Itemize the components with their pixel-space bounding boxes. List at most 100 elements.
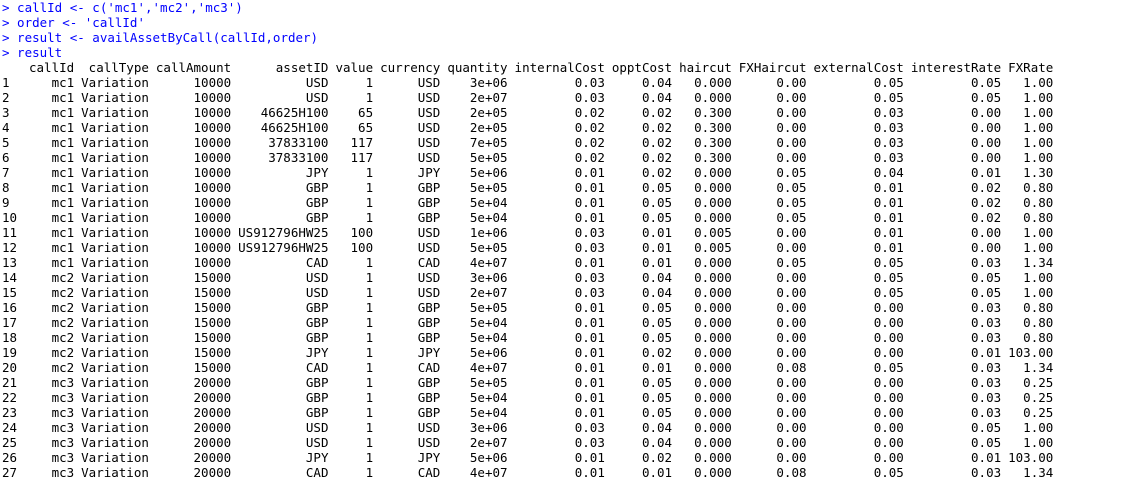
table-cell: Variation (81, 210, 149, 225)
table-cell: 1 (365, 195, 374, 210)
row-index: 12 (2, 240, 18, 255)
table-cell: 0.05 (873, 270, 904, 285)
table-cell: 15000 (193, 330, 232, 345)
table-cell: 0.01 (641, 225, 673, 240)
table-cell: 0.25 (1023, 405, 1054, 420)
table-cell: 20000 (193, 450, 232, 465)
table-row: 5 mc1 Variation 10000 37833100 117 USD 7e+05 0.0… (2, 135, 1053, 150)
column-header: assetID (275, 60, 329, 75)
table-cell: 0.05 (971, 435, 1002, 450)
row-index: 16 (2, 300, 18, 315)
table-cell: mc1 (51, 90, 75, 105)
table-cell: 20000 (193, 465, 232, 480)
table-cell: 1 (365, 420, 374, 435)
table-cell: 0.03 (971, 360, 1002, 375)
table-row: 12 mc1 Variation 10000 US912796HW25 100 USD 5e+… (2, 240, 1053, 255)
table-cell: 20000 (193, 405, 232, 420)
table-cell: 0.00 (776, 240, 807, 255)
table-cell: 1 (365, 75, 374, 90)
table-cell: 0.03 (574, 285, 605, 300)
table-cell: 0.01 (574, 405, 605, 420)
table-cell: mc2 (51, 300, 75, 315)
table-cell: 0.01 (574, 345, 605, 360)
table-cell: 0.01 (873, 240, 904, 255)
table-cell: 1 (365, 465, 374, 480)
table-cell: 1 (365, 360, 374, 375)
table-cell: 0.01 (574, 465, 605, 480)
table-row: 14 mc2 Variation 15000 USD 1 USD 3e+06 0.03 0.04 0… (2, 270, 1053, 285)
table-cell: 20000 (193, 435, 232, 450)
table-cell: JPY (417, 165, 441, 180)
row-index: 17 (2, 315, 18, 330)
table-row: 1 mc1 Variation 10000 USD 1 USD 3e+06 0.03 0.04 0.… (2, 75, 1053, 90)
table-cell: 0.80 (1023, 195, 1054, 210)
column-header: currency (380, 60, 441, 75)
table-cell: Variation (81, 165, 149, 180)
table-cell: 0.00 (776, 150, 807, 165)
table-cell: Variation (81, 195, 149, 210)
table-cell: 0.300 (694, 135, 732, 150)
row-index: 21 (2, 375, 18, 390)
table-cell: 0.00 (776, 225, 807, 240)
table-cell: 1 (365, 450, 374, 465)
table-cell: 0.02 (641, 105, 673, 120)
table-cell: GBP (417, 315, 441, 330)
table-cell: 0.25 (1023, 390, 1054, 405)
column-header: opptCost (611, 60, 673, 75)
table-cell: Variation (81, 150, 149, 165)
table-cell: 15000 (193, 300, 232, 315)
table-cell: 1.00 (1023, 240, 1054, 255)
table-row: 20 mc2 Variation 15000 CAD 1 CAD 4e+07 0.01 0.01 0… (2, 360, 1053, 375)
table-cell: 0.80 (1023, 315, 1054, 330)
table-cell: 0.02 (971, 195, 1002, 210)
table-cell: 0.00 (971, 150, 1002, 165)
table-cell: 4e+07 (469, 360, 508, 375)
table-cell: 1 (365, 255, 374, 270)
table-cell: 0.01 (641, 240, 673, 255)
table-cell: 0.00 (776, 405, 807, 420)
table-cell: USD (305, 285, 329, 300)
table-cell: 1 (365, 270, 374, 285)
table-cell: 0.00 (776, 105, 807, 120)
table-cell: 0.03 (873, 150, 904, 165)
table-cell: 65 (358, 120, 374, 135)
table-cell: 0.05 (873, 285, 904, 300)
column-header: haircut (679, 60, 732, 75)
table-cell: 1e+06 (469, 225, 508, 240)
row-index: 5 (2, 135, 10, 150)
table-cell: 5e+05 (469, 240, 508, 255)
table-row: 23 mc3 Variation 20000 GBP 1 GBP 5e+04 0.01 0.05 0… (2, 405, 1053, 420)
table-cell: USD (417, 90, 441, 105)
table-cell: USD (305, 75, 329, 90)
row-index: 6 (2, 150, 10, 165)
column-header: interestRate (910, 60, 1002, 75)
table-cell: 0.05 (971, 285, 1002, 300)
table-cell: 15000 (193, 270, 232, 285)
table-cell: mc3 (51, 435, 75, 450)
table-cell: 0.01 (641, 360, 673, 375)
table-cell: 117 (350, 135, 374, 150)
table-cell: 5e+06 (469, 450, 508, 465)
table-cell: Variation (81, 120, 149, 135)
row-index: 15 (2, 285, 18, 300)
table-cell: 0.02 (641, 120, 673, 135)
table-cell: 0.03 (574, 270, 605, 285)
table-cell: 0.08 (776, 465, 807, 480)
row-index: 20 (2, 360, 18, 375)
table-cell: 0.01 (574, 195, 605, 210)
table-cell: CAD (417, 465, 441, 480)
table-cell: 0.25 (1023, 375, 1054, 390)
table-cell: 1 (365, 345, 374, 360)
r-console[interactable]: > callId <- c('mc1','mc2','mc3') > order… (2, 0, 1138, 482)
table-cell: US912796HW25 (238, 225, 329, 240)
table-cell: 5e+05 (469, 300, 508, 315)
table-cell: 0.00 (873, 435, 904, 450)
column-header: quantity (447, 60, 508, 75)
table-row: 15 mc2 Variation 15000 USD 1 USD 2e+07 0.03 0.04 0… (2, 285, 1053, 300)
table-cell: mc1 (51, 225, 75, 240)
table-cell: 0.03 (971, 315, 1002, 330)
table-cell: USD (305, 435, 329, 450)
table-cell: 10000 (193, 210, 232, 225)
table-row: 26 mc3 Variation 20000 JPY 1 JPY 5e+06 0.01 0.02 0… (2, 450, 1053, 465)
table-row: 11 mc1 Variation 10000 US912796HW25 100 USD 1e+… (2, 225, 1053, 240)
